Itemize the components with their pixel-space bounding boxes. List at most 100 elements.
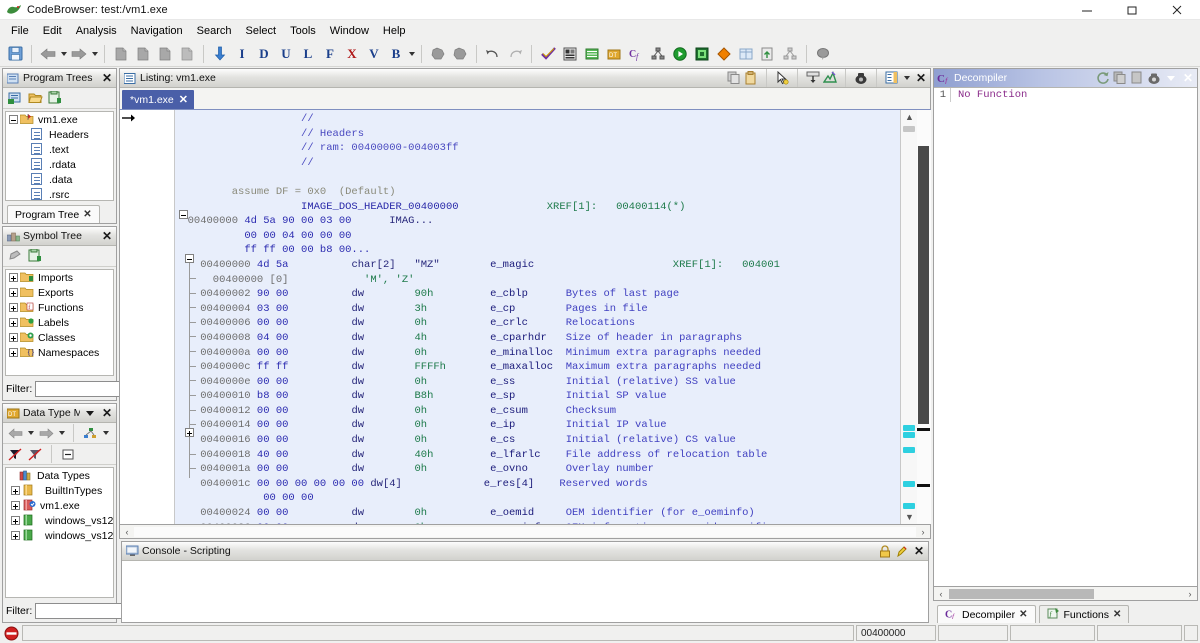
instruction-nav-icon[interactable]: I: [232, 44, 252, 64]
listing-line[interactable]: // Headers: [175, 127, 900, 142]
listing-line[interactable]: 00400016 00 00 dw 0h e_cs Initial (relat…: [175, 433, 900, 448]
snapshot-arrow-icon[interactable]: [210, 44, 230, 64]
listing-line[interactable]: //: [175, 156, 900, 171]
forward-icon[interactable]: [37, 424, 55, 442]
symbol-tree-item-imports[interactable]: Imports: [6, 270, 113, 285]
no-filter-icon[interactable]: [6, 445, 24, 463]
next-data-icon[interactable]: [155, 44, 175, 64]
listing-line[interactable]: 0040000c ff ff dw FFFFh e_maxalloc Maxim…: [175, 360, 900, 375]
save-icon[interactable]: [5, 44, 25, 64]
tree-view-icon[interactable]: [780, 44, 800, 64]
scrollbar-thumb[interactable]: [918, 146, 929, 424]
listing-scroll-markers[interactable]: ▲ ▼: [900, 110, 930, 524]
copy-icon[interactable]: [727, 71, 741, 86]
close-button[interactable]: [1155, 0, 1200, 20]
tree-item-text[interactable]: .text: [6, 142, 113, 157]
function-graph-icon[interactable]: [648, 44, 668, 64]
open-folder-icon[interactable]: [26, 89, 44, 107]
data-type-tree[interactable]: Data Types BuiltInTypes: [5, 467, 114, 598]
listing-line[interactable]: 00400018 40 00 dw 40h e_lfarlc File addr…: [175, 448, 900, 463]
decompiler-code-area[interactable]: 1 No Function: [933, 88, 1198, 587]
listing-fields-icon[interactable]: [885, 71, 899, 86]
collapse-toggle-icon[interactable]: [179, 210, 188, 219]
menu-edit[interactable]: Edit: [36, 23, 69, 39]
function-nav-icon[interactable]: F: [320, 44, 340, 64]
back-icon[interactable]: [6, 424, 24, 442]
expand-toggle-icon[interactable]: [8, 347, 19, 358]
clear-console-icon[interactable]: [895, 544, 909, 559]
decompiler-icon[interactable]: Cf: [626, 44, 646, 64]
menu-dropdown-icon[interactable]: [1164, 71, 1178, 86]
tab-decompiler[interactable]: Cf Decompiler ✕: [937, 605, 1036, 623]
table-view-icon[interactable]: [736, 44, 756, 64]
tree-item-rsrc[interactable]: .rsrc: [6, 187, 113, 201]
diff-view-icon[interactable]: [806, 71, 820, 86]
listing-line[interactable]: 00400014 00 00 dw 0h e_ip Initial IP val…: [175, 418, 900, 433]
minimize-button[interactable]: [1065, 0, 1110, 20]
listing-collapse-gutter[interactable]: [175, 110, 193, 524]
listing-line[interactable]: 00 00 04 00 00 00: [175, 229, 900, 244]
checkmark-icon[interactable]: [538, 44, 558, 64]
export-icon[interactable]: [1130, 71, 1144, 86]
symbol-tree[interactable]: Imports Exports f Functio: [5, 269, 114, 376]
symbol-tree-item-classes[interactable]: Classes: [6, 330, 113, 345]
new-tree-icon[interactable]: [6, 89, 24, 107]
redo-icon[interactable]: [505, 44, 525, 64]
marker-chip[interactable]: [903, 447, 915, 453]
clear-filter-icon[interactable]: [26, 445, 44, 463]
listing-line[interactable]: [175, 170, 900, 185]
snapshot-icon[interactable]: [823, 71, 837, 86]
scroll-down-icon[interactable]: ▼: [905, 512, 914, 522]
scroll-left-icon[interactable]: ‹: [120, 527, 134, 537]
new-datatype-dropdown-icon[interactable]: [101, 423, 110, 443]
no-entry-icon[interactable]: [2, 625, 20, 641]
scroll-right-icon[interactable]: ›: [916, 527, 930, 537]
run-analysis-icon[interactable]: [670, 44, 690, 64]
bookmark-nav-icon[interactable]: V: [364, 44, 384, 64]
tab-program-tree[interactable]: Program Tree ✕: [7, 205, 100, 223]
close-icon[interactable]: ✕: [1113, 609, 1121, 620]
menu-file[interactable]: File: [4, 23, 36, 39]
back-dropdown-icon[interactable]: [59, 44, 68, 64]
expand-toggle-icon[interactable]: [8, 302, 19, 313]
paste-tree-icon[interactable]: [46, 89, 64, 107]
status-resize-grip[interactable]: [1184, 625, 1198, 641]
snapshot-icon[interactable]: [1147, 71, 1161, 86]
expand-toggle-icon[interactable]: [8, 317, 19, 328]
close-icon[interactable]: ✕: [100, 229, 114, 244]
lock-icon[interactable]: [878, 544, 892, 559]
decompiler-horizontal-scrollbar[interactable]: ‹ ›: [933, 587, 1198, 601]
undefined-nav-icon[interactable]: U: [276, 44, 296, 64]
data-types-root[interactable]: Data Types: [6, 468, 113, 483]
collapse-toggle-icon[interactable]: [185, 254, 194, 263]
menu-help[interactable]: Help: [376, 23, 413, 39]
bytes-nav-icon[interactable]: B: [386, 44, 406, 64]
expand-toggle-icon[interactable]: [10, 515, 21, 526]
tree-item-data[interactable]: .data: [6, 172, 113, 187]
expand-toggle-icon[interactable]: [8, 287, 19, 298]
next-undefined-icon[interactable]: [177, 44, 197, 64]
marker-chip[interactable]: [903, 503, 915, 509]
listing-tab-vm1[interactable]: *vm1.exe ✕: [122, 90, 194, 109]
menu-analysis[interactable]: Analysis: [69, 23, 124, 39]
expand-toggle-icon[interactable]: [8, 332, 19, 343]
menu-search[interactable]: Search: [190, 23, 239, 39]
listing-line[interactable]: 0040000a 00 00 dw 0h e_minalloc Minimum …: [175, 346, 900, 361]
next-location-icon[interactable]: [450, 44, 470, 64]
tree-item-headers[interactable]: Headers: [6, 127, 113, 142]
export-icon[interactable]: [758, 44, 778, 64]
paste-icon[interactable]: [26, 247, 44, 265]
close-icon[interactable]: ✕: [179, 93, 188, 106]
scroll-right-icon[interactable]: ›: [1183, 589, 1197, 599]
listing-fields-dropdown-icon[interactable]: [902, 68, 911, 88]
listing-line[interactable]: // ram: 00400000-004003ff: [175, 141, 900, 156]
listing-line[interactable]: 00400004 03 00 dw 3h e_cp Pages in file: [175, 302, 900, 317]
symbol-table-icon[interactable]: [582, 44, 602, 64]
rename-icon[interactable]: [6, 247, 24, 265]
listing-line[interactable]: 00400012 00 00 dw 0h e_csum Checksum: [175, 404, 900, 419]
menu-navigation[interactable]: Navigation: [124, 23, 190, 39]
next-instruction-icon[interactable]: [133, 44, 153, 64]
expand-toggle-icon[interactable]: [10, 500, 21, 511]
close-icon[interactable]: ✕: [912, 544, 926, 559]
marker-chip[interactable]: [903, 481, 915, 487]
